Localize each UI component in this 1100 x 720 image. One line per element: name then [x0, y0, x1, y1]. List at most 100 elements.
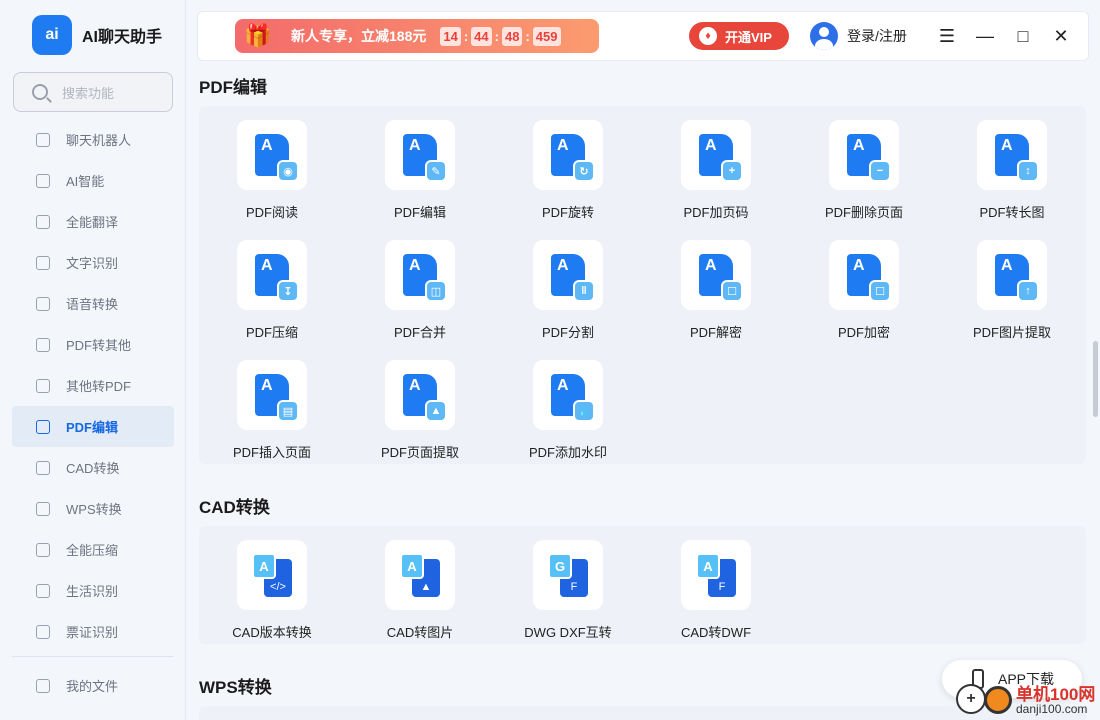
pdf-unlock-icon: A ☐	[699, 254, 743, 302]
pdf-long-image-icon: A ↕	[995, 134, 1039, 182]
sidebar-item-pdf-edit[interactable]: PDF编辑	[12, 406, 174, 447]
sidebar-item-label: 票证识别	[66, 625, 119, 640]
tool-pdf-read[interactable]: A ◉ PDF阅读	[207, 120, 337, 230]
tool-pdf-insert-page[interactable]: A ▤ PDF插入页面	[207, 360, 337, 470]
timer-ms: 459	[532, 26, 561, 46]
pdf-insert-icon: A ▤	[255, 374, 299, 422]
tool-pdf-decrypt[interactable]: A ☐ PDF解密	[651, 240, 781, 350]
cad-dwf-icon: FA	[696, 553, 736, 597]
dwg-dxf-icon: FG	[548, 553, 588, 597]
minimize-icon[interactable]: —	[973, 24, 997, 48]
timer-hours: 14	[440, 26, 461, 46]
sidebar-item-label: 我的文件	[66, 679, 119, 694]
sidebar-item-label: PDF编辑	[66, 420, 119, 435]
vip-button[interactable]: ♦ 开通VIP	[689, 22, 789, 50]
tool-label: PDF图片提取	[972, 325, 1051, 340]
cad-panel: </> A CAD版本转换 ▲ A CAD转图片 F G DWG DXF互转 F A CAD转D…	[199, 526, 1086, 644]
watermark: + 单机100网 danji100.com	[952, 676, 1100, 720]
tool-label: PDF解密	[689, 325, 742, 340]
pdf-image-extract-icon: A ↑	[995, 254, 1039, 302]
countdown-timer: 14: 44: 48: 459	[440, 26, 561, 46]
tool-cad-to-image[interactable]: ▲ A CAD转图片	[355, 540, 485, 650]
sidebar-item-chatbot[interactable]: 聊天机器人	[12, 119, 174, 160]
sidebar-item-label: WPS转换	[66, 502, 122, 517]
tool-pdf-encrypt[interactable]: A ☐ PDF加密	[799, 240, 929, 350]
pdf-convert-icon	[36, 337, 50, 352]
pdf-lock-icon: A ☐	[847, 254, 891, 302]
topbar: 🎁 新人专享，立减188元 14: 44: 48: 459 ♦ 开通VIP 登录…	[197, 11, 1089, 61]
tool-pdf-page-extract[interactable]: A ▲ PDF页面提取	[355, 360, 485, 470]
sidebar-item-label: 文字识别	[66, 256, 119, 271]
tool-label: PDF页面提取	[380, 445, 459, 460]
sidebar-item-compress[interactable]: 全能压缩	[12, 529, 174, 570]
tool-pdf-image-extract[interactable]: A ↑ PDF图片提取	[947, 240, 1077, 350]
compress-icon	[36, 542, 50, 557]
menu-icon[interactable]: ☰	[935, 24, 959, 48]
pdf-delete-icon: A −	[847, 134, 891, 182]
ai-icon	[36, 173, 50, 188]
tool-pdf-split[interactable]: A ‖ PDF分割	[503, 240, 633, 350]
maximize-icon[interactable]: □	[1011, 24, 1035, 48]
tool-label: PDF旋转	[541, 205, 594, 220]
sidebar-item-ai[interactable]: AI智能	[12, 160, 174, 201]
tool-label: CAD版本转换	[232, 625, 312, 640]
sidebar-item-life[interactable]: 生活识别	[12, 570, 174, 611]
tool-pdf-delete-page[interactable]: A − PDF删除页面	[799, 120, 929, 230]
sidebar-item-pdf-to-other[interactable]: PDF转其他	[12, 324, 174, 365]
tool-label: DWG DXF互转	[524, 625, 612, 640]
sidebar-item-ocr[interactable]: 文字识别	[12, 242, 174, 283]
cad-icon	[36, 460, 50, 475]
tool-pdf-watermark[interactable]: A 💧 PDF添加水印	[503, 360, 633, 470]
promo-banner[interactable]: 🎁 新人专享，立减188元 14: 44: 48: 459	[235, 19, 599, 53]
sidebar-item-ticket[interactable]: 票证识别	[12, 611, 174, 652]
tool-label: PDF插入页面	[232, 445, 311, 460]
sidebar-divider	[12, 656, 174, 657]
pdf-compress-icon: A ↧	[255, 254, 299, 302]
pdf-watermark-icon: A 💧	[551, 374, 595, 422]
plus-icon: +	[956, 684, 986, 714]
avatar	[810, 22, 838, 50]
sidebar-item-other-to-pdf[interactable]: 其他转PDF	[12, 365, 174, 406]
folder-icon	[36, 678, 50, 693]
tool-label: PDF编辑	[393, 205, 446, 220]
vip-label: 开通VIP	[725, 29, 772, 45]
pdf-rotate-icon: A ↻	[551, 134, 595, 182]
sidebar-item-translate[interactable]: 全能翻译	[12, 201, 174, 242]
tool-pdf-compress[interactable]: A ↧ PDF压缩	[207, 240, 337, 350]
sidebar-item-label: AI智能	[66, 174, 105, 189]
sidebar-item-wps[interactable]: WPS转换	[12, 488, 174, 529]
sidebar-item-label: CAD转换	[66, 461, 120, 476]
sidebar-item-label: 全能翻译	[66, 215, 119, 230]
pdf-edit-icon: A ✎	[403, 134, 447, 182]
sidebar-item-voice[interactable]: 语音转换	[12, 283, 174, 324]
voice-icon	[36, 296, 50, 311]
search-icon	[32, 84, 48, 100]
tool-pdf-page-number[interactable]: A + PDF加页码	[651, 120, 781, 230]
tool-label: PDF压缩	[245, 325, 298, 340]
tool-cad-to-dwf[interactable]: F A CAD转DWF	[651, 540, 781, 650]
close-icon[interactable]: ✕	[1049, 24, 1073, 48]
scrollbar[interactable]	[1093, 341, 1098, 417]
sidebar-nav: 聊天机器人 AI智能 全能翻译 文字识别 语音转换 PDF转其他 其他转PDF …	[12, 119, 174, 652]
tool-dwg-dxf[interactable]: F G DWG DXF互转	[503, 540, 633, 650]
sidebar-item-label: 全能压缩	[66, 543, 119, 558]
tool-pdf-edit[interactable]: A ✎ PDF编辑	[355, 120, 485, 230]
app-logo: ai	[32, 15, 72, 55]
tool-label: CAD转图片	[386, 625, 454, 640]
tool-label: PDF添加水印	[528, 445, 607, 460]
login-button[interactable]: 登录/注册	[810, 22, 907, 50]
tool-label: CAD转DWF	[680, 625, 752, 640]
tool-pdf-long-image[interactable]: A ↕ PDF转长图	[947, 120, 1077, 230]
diamond-icon: ♦	[699, 27, 717, 45]
sidebar-item-my-files[interactable]: 我的文件	[12, 665, 174, 706]
tool-cad-version[interactable]: </> A CAD版本转换	[207, 540, 337, 650]
tool-pdf-rotate[interactable]: A ↻ PDF旋转	[503, 120, 633, 230]
search-input[interactable]: 搜索功能	[13, 72, 173, 112]
sidebar-item-cad[interactable]: CAD转换	[12, 447, 174, 488]
tool-label: PDF合并	[393, 325, 446, 340]
pdf-read-icon: A ◉	[255, 134, 299, 182]
tool-pdf-merge[interactable]: A ◫ PDF合并	[355, 240, 485, 350]
tool-label: PDF加密	[837, 325, 890, 340]
tool-label: PDF删除页面	[824, 205, 903, 220]
timer-seconds: 48	[501, 26, 523, 46]
